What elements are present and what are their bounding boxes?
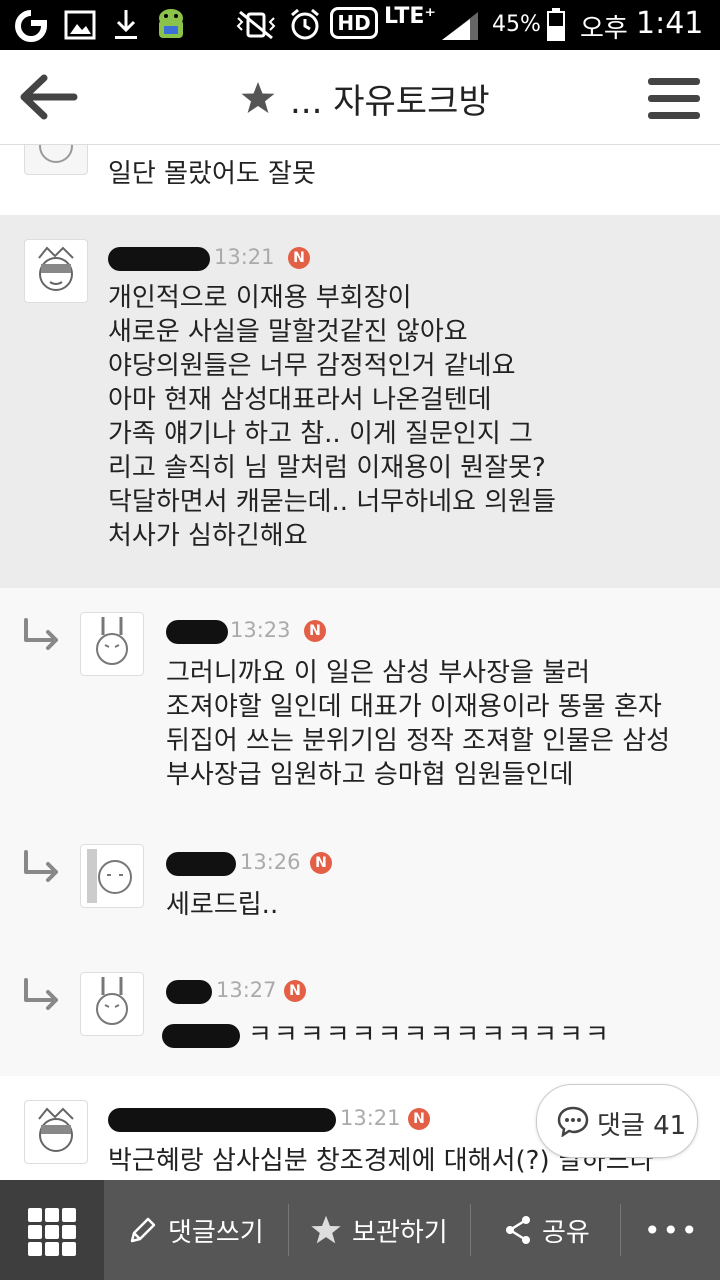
share-icon <box>506 1216 530 1244</box>
avatar[interactable] <box>24 239 88 303</box>
avatar[interactable] <box>80 612 144 676</box>
top-bar: ... 자유토크방 <box>0 50 720 145</box>
comment-item-reply: 13:26 N 세로드립.. <box>0 820 720 949</box>
comment-item-reply: 13:27 N ㅋㅋㅋㅋㅋㅋㅋㅋㅋㅋㅋㅋㅋㅋ <box>0 948 720 1077</box>
save-label: 보관하기 <box>352 1217 448 1248</box>
write-comment-label: 댓글쓰기 <box>168 1217 264 1248</box>
comment-feed[interactable]: 일단 몰랐어도 잘못 13:21 N 개인적으로 이재용 부회장이 새로운 사실… <box>0 145 720 1180</box>
divider <box>288 1204 289 1256</box>
nickname-redacted <box>108 247 210 271</box>
comment-text: 그러니까요 이 일은 삼성 부사장을 불러 조져야할 일인데 대표가 이재용이라… <box>166 658 671 790</box>
apps-grid-button[interactable] <box>0 1180 104 1280</box>
pencil-icon <box>130 1217 156 1243</box>
divider <box>620 1204 621 1256</box>
menu-icon[interactable] <box>648 78 700 120</box>
comment-item: 13:21 N 개인적으로 이재용 부회장이 새로운 사실을 말할것같진 않아요… <box>0 215 720 589</box>
avatar[interactable] <box>80 844 144 908</box>
comment-time: 13:26 <box>240 850 301 874</box>
new-badge: N <box>310 852 332 874</box>
avatar[interactable] <box>24 145 88 175</box>
vibrate-mute-icon <box>236 10 276 40</box>
gallery-icon <box>64 10 96 40</box>
download-icon <box>115 10 137 39</box>
reply-arrow-icon <box>24 978 58 1010</box>
write-comment-button[interactable]: 댓글쓰기 <box>128 1180 264 1280</box>
nickname-redacted <box>108 1108 336 1132</box>
comment-text: ㅋㅋㅋㅋㅋㅋㅋㅋㅋㅋㅋㅋㅋㅋ <box>248 1020 611 1050</box>
new-badge: N <box>304 620 326 642</box>
ampm-label: 오후 <box>580 14 628 44</box>
comment-time: 13:21 <box>340 1106 401 1130</box>
android-icon <box>159 9 183 38</box>
reply-arrow-icon <box>24 618 58 650</box>
hd-voice-icon: HD <box>330 7 378 39</box>
star-icon <box>241 82 275 113</box>
signal-icon <box>442 12 478 40</box>
bottom-toolbar: 댓글쓰기 보관하기 공유 ••• <box>0 1180 720 1280</box>
lte-indicator: LTE⁺ <box>384 4 437 29</box>
comment-time: 13:27 <box>216 978 277 1002</box>
board-title: ... 자유토크방 <box>240 76 490 122</box>
more-button[interactable]: ••• <box>644 1180 700 1280</box>
status-app-icon <box>15 10 47 42</box>
alarm-icon <box>291 8 319 40</box>
comment-item-reply: 13:23 N 그러니까요 이 일은 삼성 부사장을 불러 조져야할 일인데 대… <box>0 588 720 821</box>
divider <box>470 1204 471 1256</box>
battery-icon <box>547 8 565 41</box>
share-label: 공유 <box>542 1217 590 1248</box>
comment-count-button[interactable]: 댓글 41 <box>536 1084 698 1158</box>
avatar[interactable] <box>80 972 144 1036</box>
comment-time: 13:21 <box>214 245 275 269</box>
status-bar: HD LTE⁺ 45% 오후 1:41 <box>0 0 720 50</box>
save-button[interactable]: 보관하기 <box>310 1180 448 1280</box>
comment-text: 개인적으로 이재용 부회장이 새로운 사실을 말할것같진 않아요 야당의원들은 … <box>108 283 556 551</box>
comment-text: 일단 몰랐어도 잘못 <box>108 159 316 189</box>
nickname-redacted <box>166 620 228 644</box>
more-dots-icon: ••• <box>644 1213 700 1247</box>
new-badge: N <box>408 1108 430 1130</box>
back-arrow-icon[interactable] <box>18 72 78 122</box>
comment-text: 세로드립.. <box>166 890 279 920</box>
new-badge: N <box>288 247 310 269</box>
avatar[interactable] <box>24 1100 88 1164</box>
new-badge: N <box>284 980 306 1002</box>
text-redacted <box>162 1024 240 1048</box>
battery-percent: 45% <box>492 12 541 37</box>
speech-bubble-icon <box>557 1106 589 1137</box>
clock: 1:41 <box>636 6 704 41</box>
page-title: ... 자유토크방 <box>290 81 490 122</box>
comment-count-label: 댓글 41 <box>597 1111 687 1141</box>
comment-item: 일단 몰랐어도 잘못 <box>0 145 720 216</box>
reply-arrow-icon <box>24 850 58 882</box>
share-button[interactable]: 공유 <box>504 1180 590 1280</box>
nickname-redacted <box>166 852 236 876</box>
star-icon <box>311 1215 341 1244</box>
comment-time: 13:23 <box>230 618 291 642</box>
nickname-redacted <box>166 980 212 1004</box>
